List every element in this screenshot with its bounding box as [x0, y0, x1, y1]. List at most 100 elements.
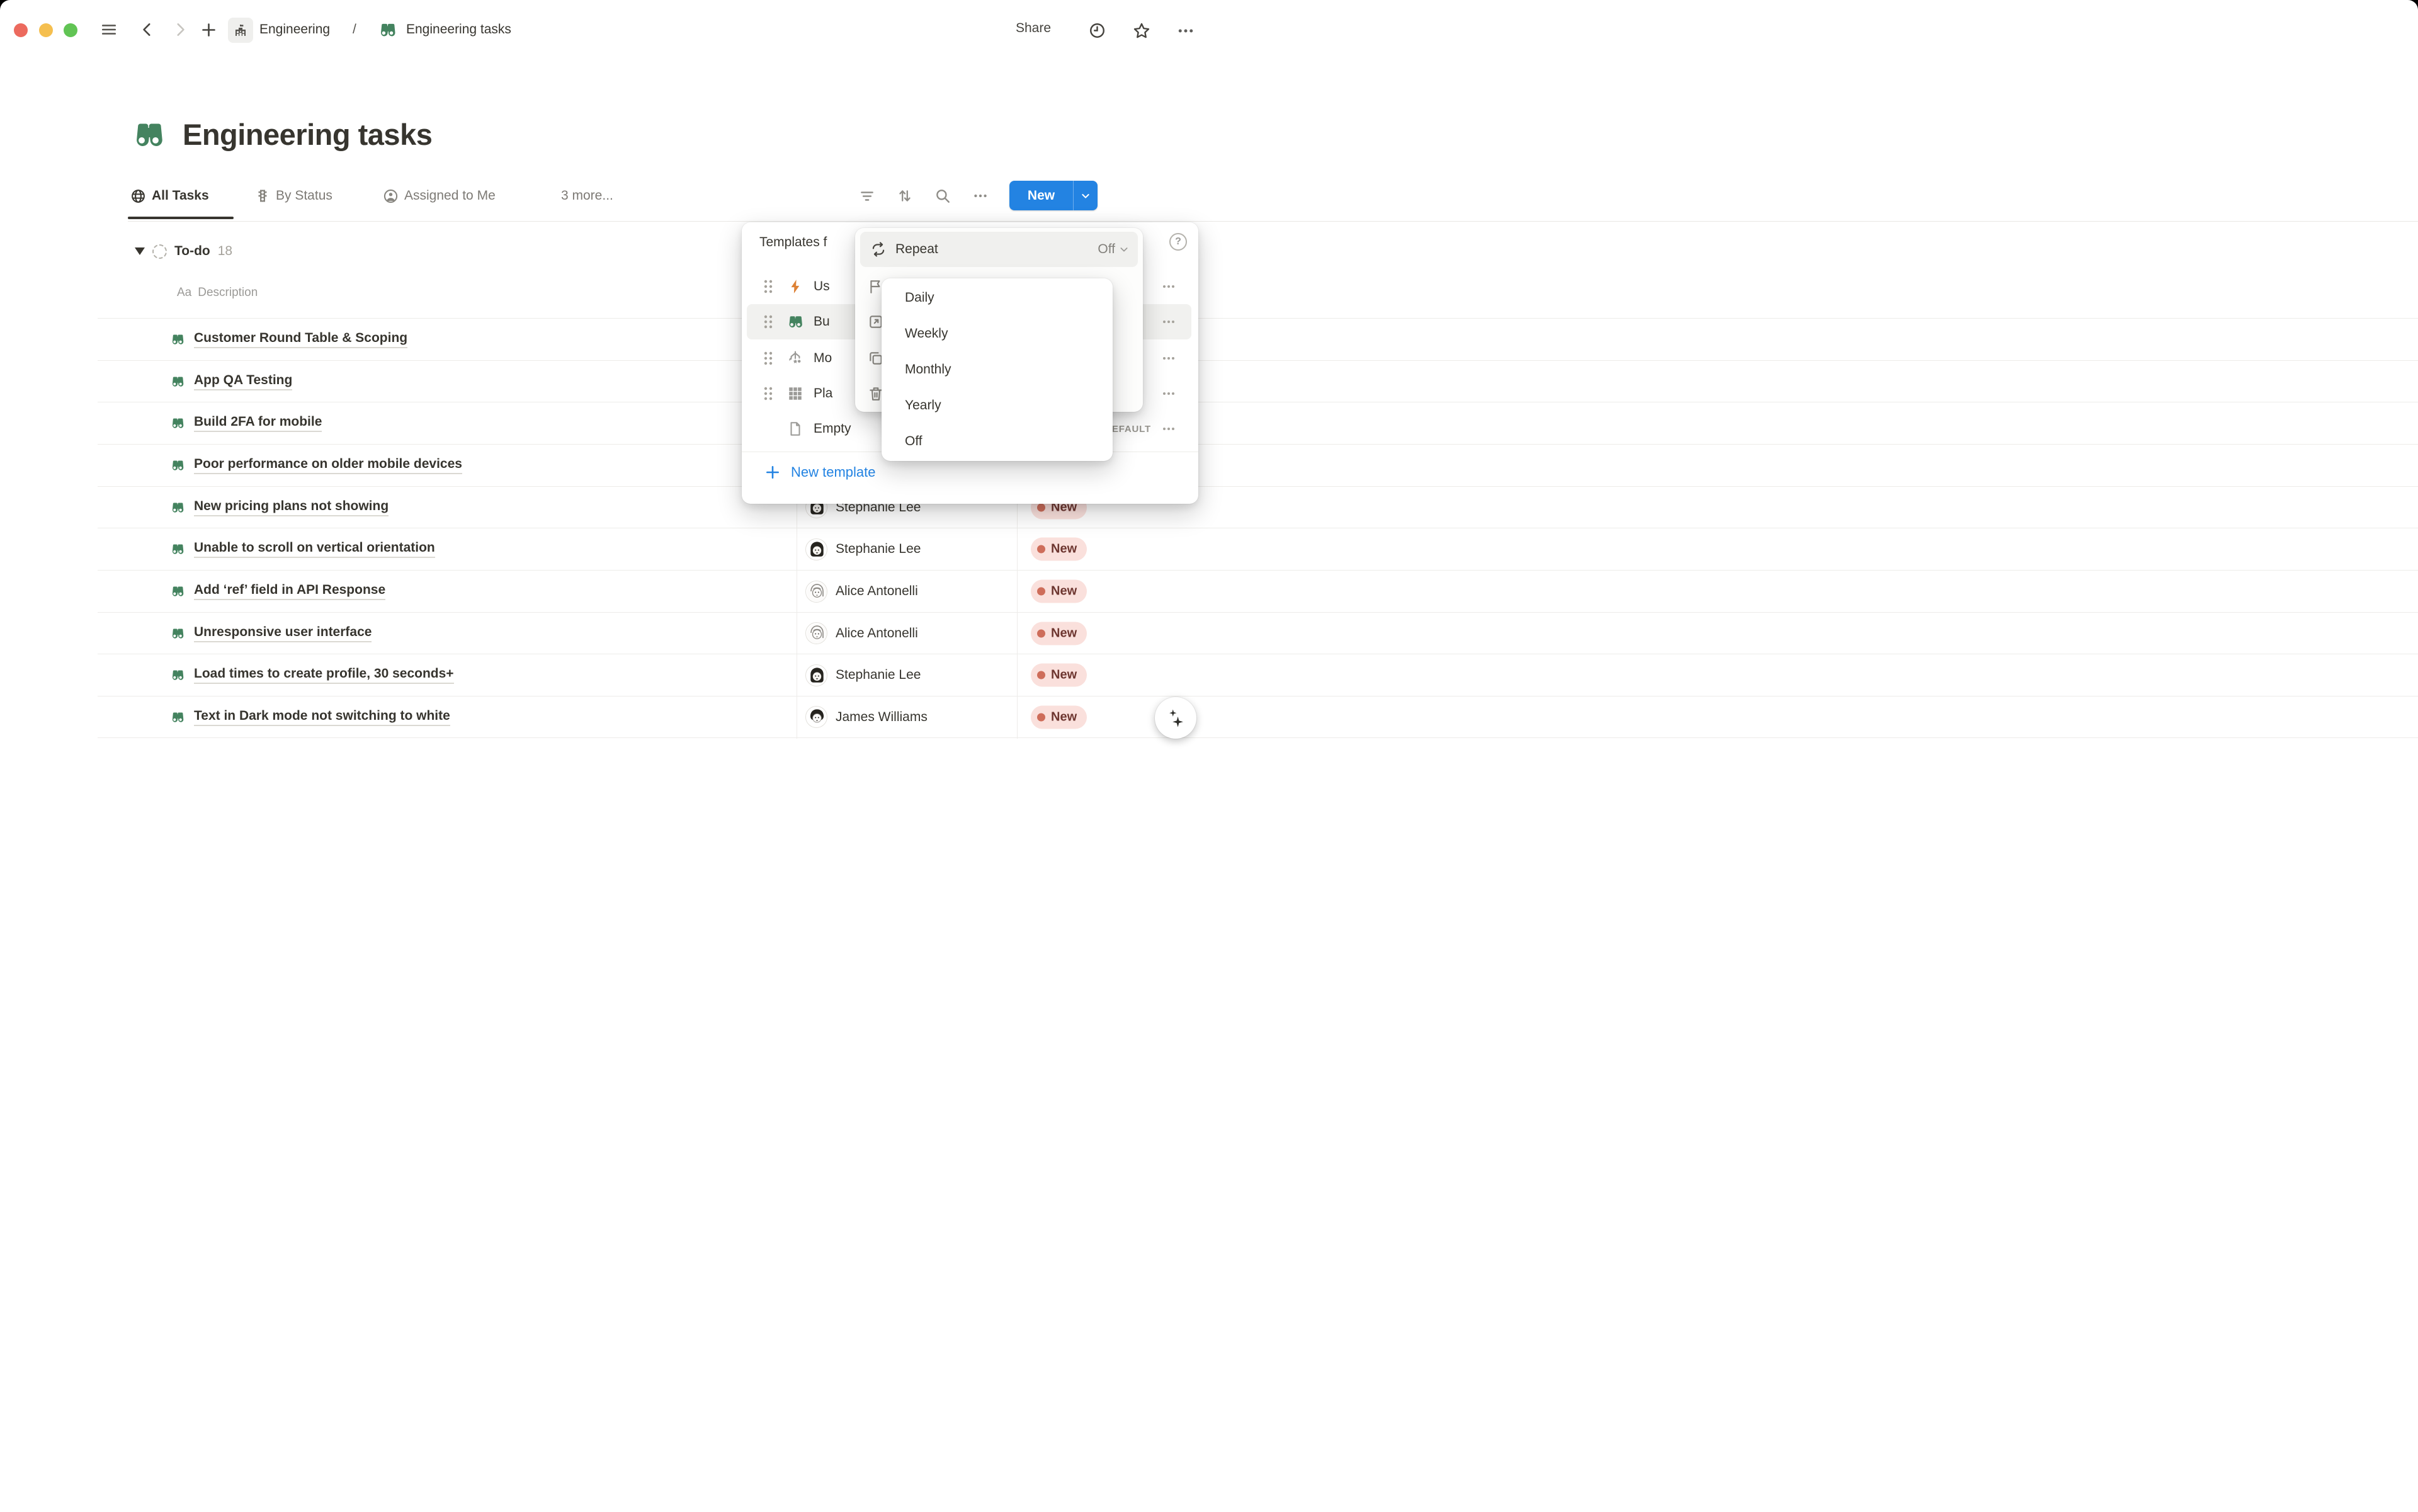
drag-handle-icon[interactable] [763, 314, 775, 330]
table-row[interactable]: Unresponsive user interface Alice Antone… [98, 612, 2418, 654]
dropdown-option-yearly[interactable]: Yearly [882, 387, 1113, 423]
view-more-icon[interactable] [972, 188, 989, 204]
table-row[interactable]: Build 2FA for mobile [98, 402, 2418, 444]
filter-icon[interactable] [859, 188, 875, 204]
new-button-label: New [1009, 188, 1073, 203]
binoculars-icon [786, 313, 805, 331]
close-window-button[interactable] [14, 23, 28, 37]
dropdown-option-off[interactable]: Off [882, 423, 1113, 459]
forward-icon[interactable] [172, 21, 188, 38]
assignee-cell[interactable]: Stephanie Lee [805, 654, 921, 696]
lightning-icon [786, 278, 805, 295]
search-icon[interactable] [934, 188, 951, 204]
tab-assigned-to-me[interactable]: Assigned to Me [383, 186, 496, 205]
breadcrumb-page[interactable]: Engineering tasks [406, 22, 511, 37]
status-label: New [1051, 668, 1077, 683]
status-badge[interactable]: New [1031, 705, 1087, 729]
template-more-icon[interactable] [1161, 314, 1176, 329]
drag-handle-icon[interactable] [763, 278, 775, 295]
star-icon[interactable] [1132, 21, 1151, 40]
status-label: New [1051, 542, 1077, 557]
new-page-icon[interactable] [200, 21, 217, 38]
assignee-cell[interactable]: Alice Antonelli [805, 613, 918, 654]
repeat-menu-item[interactable]: Repeat Off [860, 232, 1138, 267]
group-header-todo[interactable]: To-do 18 [135, 242, 232, 261]
template-more-icon[interactable] [1161, 386, 1176, 401]
collapse-triangle-icon[interactable] [135, 247, 145, 255]
task-title[interactable]: Load times to create profile, 30 seconds… [194, 666, 454, 684]
share-button[interactable]: Share [1016, 21, 1051, 36]
task-title[interactable]: Unable to scroll on vertical orientation [194, 540, 435, 558]
repeat-frequency-dropdown: Daily Weekly Monthly Yearly Off [882, 278, 1113, 461]
assignee-cell[interactable]: Stephanie Lee [805, 528, 921, 570]
drag-handle-icon[interactable] [763, 350, 775, 367]
table-row[interactable]: App QA Testing [98, 360, 2418, 402]
chevron-down-icon[interactable] [1074, 191, 1098, 201]
tab-label: Assigned to Me [404, 188, 496, 203]
task-title[interactable]: Build 2FA for mobile [194, 414, 322, 432]
task-title-cell[interactable]: App QA Testing [170, 361, 292, 402]
table-row[interactable]: Customer Round Table & Scoping [98, 318, 2418, 360]
page-icon [786, 421, 805, 437]
dropdown-option-weekly[interactable]: Weekly [882, 316, 1113, 352]
task-title[interactable]: Poor performance on older mobile devices [194, 457, 462, 474]
binoculars-icon [170, 332, 185, 347]
task-title[interactable]: Add ‘ref’ field in API Response [194, 583, 385, 600]
table-row[interactable]: Add ‘ref’ field in API Response Alice An… [98, 570, 2418, 612]
template-more-icon[interactable] [1161, 279, 1176, 294]
clock-icon[interactable] [1088, 21, 1106, 40]
table-row[interactable]: Text in Dark mode not switching to white… [98, 696, 2418, 738]
task-title[interactable]: Customer Round Table & Scoping [194, 331, 407, 348]
binoculars-icon [170, 584, 185, 599]
zoom-window-button[interactable] [64, 23, 77, 37]
ai-sparkle-button[interactable] [1155, 697, 1196, 739]
task-title-cell[interactable]: Unresponsive user interface [170, 613, 372, 654]
minimize-window-button[interactable] [39, 23, 53, 37]
table-row[interactable]: New pricing plans not showing Stephanie … [98, 486, 2418, 528]
table-row[interactable]: Unable to scroll on vertical orientation… [98, 528, 2418, 570]
table-row[interactable]: Poor performance on older mobile devices [98, 444, 2418, 486]
new-button[interactable]: New [1009, 181, 1098, 210]
breadcrumb-workspace[interactable]: Engineering [259, 22, 330, 37]
tab-by-status[interactable]: By Status [255, 186, 332, 205]
drag-handle-icon[interactable] [763, 385, 775, 402]
tab-label: All Tasks [152, 188, 209, 203]
assignee-cell[interactable]: Alice Antonelli [805, 571, 918, 612]
more-icon[interactable] [1176, 21, 1195, 40]
task-title-cell[interactable]: Text in Dark mode not switching to white [170, 696, 450, 737]
help-icon[interactable]: ? [1169, 233, 1187, 251]
status-label: New [1051, 710, 1077, 724]
task-title-cell[interactable]: Customer Round Table & Scoping [170, 319, 407, 360]
tab-all-tasks[interactable]: All Tasks [130, 186, 209, 205]
back-icon[interactable] [139, 21, 156, 38]
template-more-icon[interactable] [1161, 421, 1176, 436]
status-badge[interactable]: New [1031, 538, 1087, 561]
dropdown-option-monthly[interactable]: Monthly [882, 352, 1113, 388]
tab-more[interactable]: 3 more... [561, 186, 613, 205]
task-title-cell[interactable]: Build 2FA for mobile [170, 402, 322, 444]
status-badge[interactable]: New [1031, 580, 1087, 603]
workspace-icon[interactable] [228, 18, 253, 43]
task-title-cell[interactable]: New pricing plans not showing [170, 487, 389, 528]
menu-icon[interactable] [101, 21, 117, 38]
task-title-cell[interactable]: Unable to scroll on vertical orientation [170, 528, 435, 570]
column-header-description[interactable]: Aa Description [177, 285, 258, 301]
status-badge[interactable]: New [1031, 622, 1087, 645]
task-title[interactable]: Text in Dark mode not switching to white [194, 708, 450, 726]
avatar [805, 581, 827, 603]
dropdown-option-daily[interactable]: Daily [882, 280, 1113, 316]
task-title-cell[interactable]: Load times to create profile, 30 seconds… [170, 654, 454, 696]
page-icon-binoculars[interactable] [131, 117, 166, 152]
assignee-cell[interactable]: James Williams [805, 696, 928, 737]
task-title[interactable]: New pricing plans not showing [194, 499, 389, 516]
task-title[interactable]: App QA Testing [194, 373, 292, 390]
assignee-name: Alice Antonelli [836, 584, 918, 599]
task-title-cell[interactable]: Add ‘ref’ field in API Response [170, 571, 385, 612]
sort-icon[interactable] [897, 188, 913, 204]
task-title[interactable]: Unresponsive user interface [194, 625, 372, 642]
new-template-button[interactable]: New template [764, 464, 876, 480]
status-badge[interactable]: New [1031, 664, 1087, 687]
task-title-cell[interactable]: Poor performance on older mobile devices [170, 445, 462, 486]
table-row[interactable]: Load times to create profile, 30 seconds… [98, 654, 2418, 696]
template-more-icon[interactable] [1161, 351, 1176, 366]
